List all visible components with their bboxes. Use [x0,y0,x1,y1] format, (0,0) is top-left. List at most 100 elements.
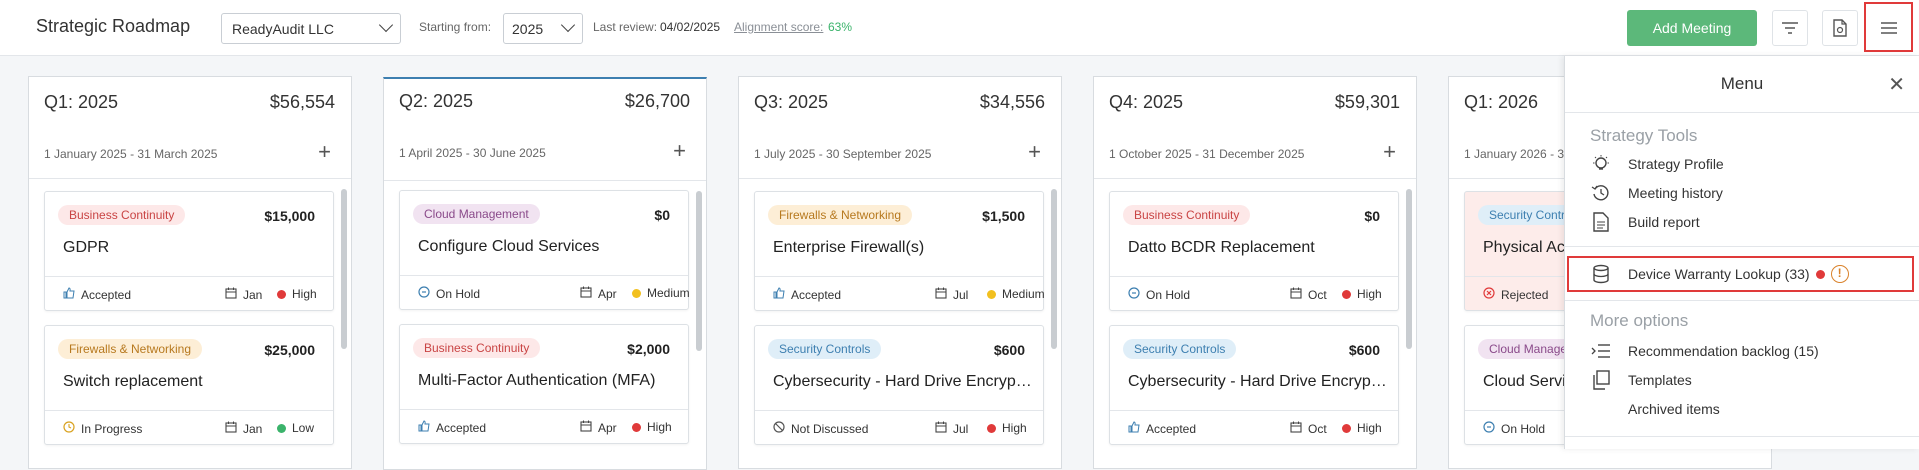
priority-dot [632,422,641,432]
alignment-score-link[interactable]: Alignment score: [734,20,823,34]
add-item-icon[interactable]: + [673,138,686,164]
status: On Hold [418,286,480,301]
month-label: Apr [598,420,617,435]
recommendation-card[interactable]: Business Continuity $2,000 Multi-Factor … [399,324,689,444]
close-icon[interactable]: ✕ [1888,72,1905,97]
priority-label: Medium [647,286,690,300]
recommendation-card[interactable]: Cloud Management $0 Configure Cloud Serv… [399,190,690,310]
add-item-icon[interactable]: + [1028,139,1041,165]
quarter-title: Q2: 2025 [399,91,474,111]
add-meeting-button[interactable]: Add Meeting [1627,10,1757,46]
priority: High [277,287,317,301]
menu-item-meeting-history[interactable]: Meeting history [1590,182,1723,204]
menu-item-archived-items[interactable]: Archived items [1590,398,1720,420]
card-title: Cybersecurity - Hard Drive Encryption [773,373,1033,390]
priority-dot [987,423,996,433]
status-icon [773,421,785,436]
month-label: Jul [953,287,969,302]
calendar-icon [1290,287,1302,302]
menu-item-device-warranty[interactable]: Device Warranty Lookup (33) ! [1590,263,1849,285]
menu-item-recommendation-backlog[interactable]: Recommendation backlog (15) [1590,340,1819,362]
quarter-column: Q4: 2025 $59,301 1 October 2025 - 31 Dec… [1093,76,1417,469]
scrollbar[interactable] [341,189,347,349]
status-label: Rejected [1501,287,1549,302]
quarter-column: Q3: 2025 $34,556 1 July 2025 - 30 Septem… [738,76,1062,469]
column-header: Q2: 2025 $26,700 1 April 2025 - 30 June … [384,79,706,181]
starting-from-label: Starting from: [419,20,492,34]
filter-button[interactable] [1772,10,1808,46]
category-tag: Security Controls [1123,339,1237,359]
status-icon [418,286,430,301]
alignment-score-value: 63% [828,20,853,34]
status-label: Not Discussed [791,421,869,436]
priority-dot [987,289,996,299]
company-select[interactable]: ReadyAudit LLC [221,13,401,44]
recommendation-card[interactable]: Firewalls & Networking $25,000 Switch re… [44,325,334,445]
card-footer: On Hold Oct High [1110,276,1398,310]
quarter-amount: $59,301 [1334,92,1400,112]
category-tag: Firewalls & Networking [58,339,203,359]
status-label: In Progress [81,421,143,436]
add-item-icon[interactable]: + [1383,139,1396,165]
document-icon [1833,19,1847,37]
top-bar: Strategic Roadmap ReadyAudit LLC Startin… [0,0,1919,56]
priority: Low [277,421,314,435]
calendar-icon [225,287,237,302]
quarter-date-range: 1 January 2025 - 31 March 2025 [44,147,218,161]
scrollbar[interactable] [1051,189,1057,349]
priority: Medium [632,286,690,300]
divider [1565,112,1919,113]
status-icon [63,287,75,302]
category-tag: Security Controls [768,339,882,359]
export-document-button[interactable] [1822,10,1858,46]
month-label: Jan [243,287,263,302]
card-title: Datto BCDR Replacement [1128,239,1315,256]
strategy-tools-heading: Strategy Tools [1590,126,1698,145]
category-tag: Cloud Management [413,204,540,224]
month: Oct [1290,421,1327,436]
recommendation-card[interactable]: Business Continuity $0 Datto BCDR Replac… [1109,191,1399,311]
scrollbar[interactable] [1406,189,1412,349]
calendar-icon [935,421,947,436]
card-footer: Accepted Apr High [400,409,688,443]
quarter-amount: $26,700 [624,91,690,111]
category-tag: Business Continuity [1123,205,1251,225]
scrollbar[interactable] [696,191,702,351]
card-amount: $15,000 [264,208,315,224]
card-amount: $1,500 [982,208,1025,224]
card-title: Enterprise Firewall(s) [773,239,925,256]
recommendation-card[interactable]: Security Controls $600 Cybersecurity - H… [754,325,1044,445]
card-amount: $0 [1364,208,1380,224]
menu-title: Menu [1720,74,1764,93]
filter-icon [1782,22,1798,34]
recommendation-card[interactable]: Business Continuity $15,000 GDPR Accepte… [44,191,334,311]
add-item-icon[interactable]: + [318,139,331,165]
divider [1565,246,1919,247]
status: In Progress [63,421,142,436]
status: Rejected [1483,287,1548,302]
menu-item-strategy-profile[interactable]: Strategy Profile [1590,153,1724,175]
month-label: Jul [953,421,969,436]
recommendation-card[interactable]: Firewalls & Networking $1,500 Enterprise… [754,191,1045,311]
status: Accepted [773,287,841,302]
calendar-icon [580,420,592,435]
menu-item-label: Build report [1628,214,1700,230]
column-header: Q4: 2025 $59,301 1 October 2025 - 31 Dec… [1094,77,1416,179]
status-icon [63,421,75,436]
copy-icon [1590,369,1612,391]
priority-label: High [1357,287,1382,301]
lightbulb-icon [1590,153,1612,175]
archive-icon [1590,398,1612,420]
recommendation-card[interactable]: Security Controls $600 Cybersecurity - H… [1109,325,1399,445]
year-select[interactable]: 2025 [503,13,583,44]
status-icon [1128,421,1140,436]
column-header: Q3: 2025 $34,556 1 July 2025 - 30 Septem… [739,77,1061,179]
company-select-value: ReadyAudit LLC [232,21,334,37]
menu-item-build-report[interactable]: Build report [1590,211,1700,233]
list-indent-icon [1590,340,1612,362]
card-amount: $25,000 [264,342,315,358]
menu-item-templates[interactable]: Templates [1590,369,1692,391]
card-footer: On Hold Apr Medium [400,275,690,309]
card-amount: $600 [1348,342,1380,358]
quarter-title: Q1: 2026 [1464,92,1539,112]
